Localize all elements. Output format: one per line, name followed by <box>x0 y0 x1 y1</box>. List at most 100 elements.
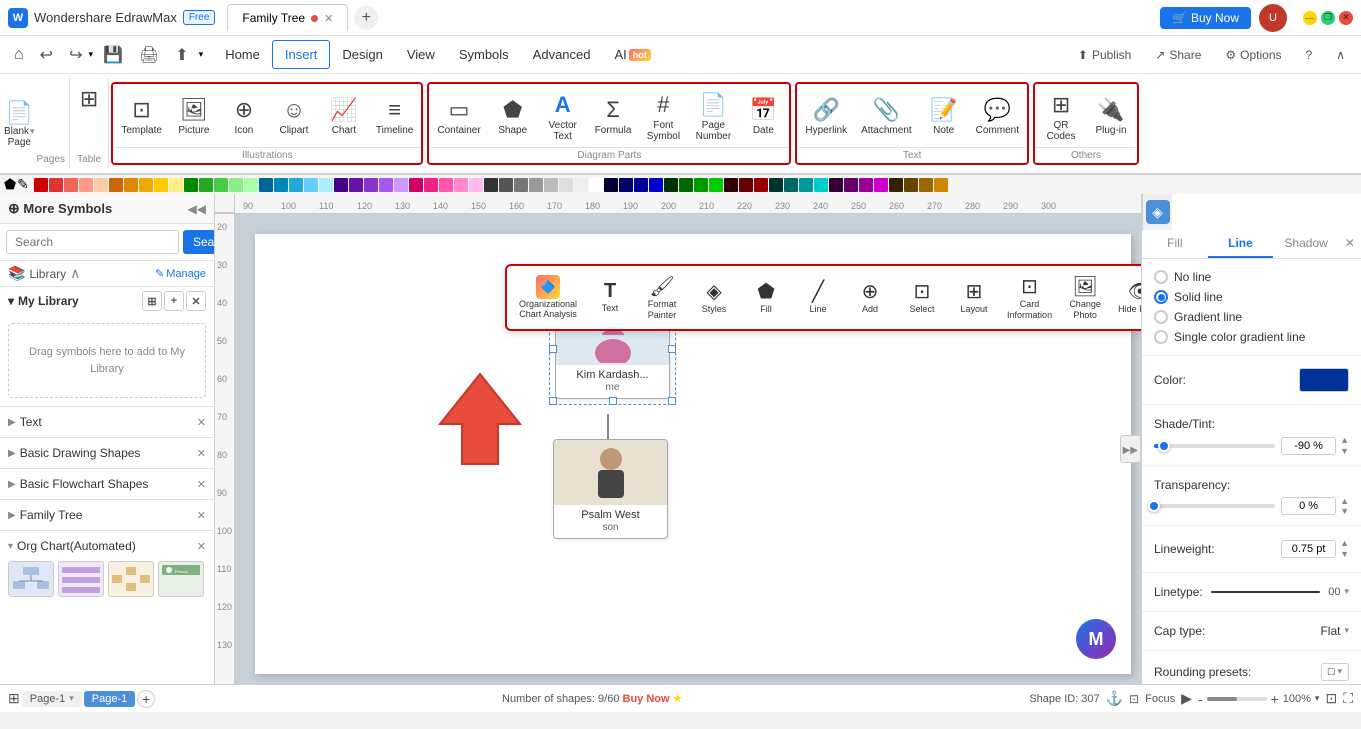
my-library-table-view[interactable]: ⊞ <box>142 291 162 311</box>
attachment-button[interactable]: 📎 Attachment <box>855 86 918 147</box>
pen-icon[interactable]: ✎ <box>17 176 29 193</box>
basic-drawing-section-close[interactable]: ✕ <box>197 447 206 460</box>
maximize-button[interactable]: ❐ <box>1321 11 1335 25</box>
template-preview-4[interactable]: Person <box>158 561 204 597</box>
canvas-area[interactable]: 9010011012013014015016017018019020021022… <box>215 194 1141 684</box>
color-cell[interactable] <box>829 178 843 192</box>
change-photo-button[interactable]: 🖼 ChangePhoto <box>1060 270 1110 325</box>
color-cell[interactable] <box>694 178 708 192</box>
org-chart-analysis-button[interactable]: 🔷 OrganizationalChart Analysis <box>513 271 583 325</box>
color-cell[interactable] <box>709 178 723 192</box>
color-cell[interactable] <box>274 178 288 192</box>
lineweight-down[interactable]: ▼ <box>1340 549 1349 560</box>
linetype-select[interactable]: 00 ▾ <box>1211 586 1349 598</box>
line-button[interactable]: ╱ Line <box>793 275 843 319</box>
text-tool-button[interactable]: T Text <box>585 276 635 318</box>
qr-codes-button[interactable]: ⊞ QRCodes <box>1037 88 1085 146</box>
rounding-presets-dropdown[interactable]: ▾ <box>1337 666 1342 677</box>
text-section-close[interactable]: ✕ <box>197 416 206 429</box>
color-cell[interactable] <box>724 178 738 192</box>
fit-page-icon[interactable]: ⊡ <box>1325 690 1337 707</box>
frame-icon[interactable]: ⊡ <box>1129 692 1139 706</box>
color-cell[interactable] <box>244 178 258 192</box>
tab-close-icon[interactable]: ✕ <box>324 12 333 25</box>
color-cell[interactable] <box>439 178 453 192</box>
color-cell[interactable] <box>514 178 528 192</box>
basic-flowchart-section-close[interactable]: ✕ <box>197 478 206 491</box>
zoom-dropdown[interactable]: ▾ <box>1315 693 1320 704</box>
color-cell[interactable] <box>739 178 753 192</box>
solid-line-radio[interactable] <box>1154 290 1168 304</box>
color-cell[interactable] <box>799 178 813 192</box>
my-library-close[interactable]: ✕ <box>186 291 206 311</box>
color-cell[interactable] <box>919 178 933 192</box>
tab-line[interactable]: Line <box>1208 230 1274 258</box>
template-preview-3[interactable] <box>108 561 154 597</box>
color-cell[interactable] <box>49 178 63 192</box>
color-cell[interactable] <box>139 178 153 192</box>
color-cell[interactable] <box>334 178 348 192</box>
node-psalm-card[interactable]: Psalm West son <box>553 439 668 539</box>
gradient-line-radio[interactable] <box>1154 310 1168 324</box>
transparency-up[interactable]: ▲ <box>1340 496 1349 507</box>
color-cell[interactable] <box>499 178 513 192</box>
color-cell[interactable] <box>79 178 93 192</box>
color-cell[interactable] <box>289 178 303 192</box>
color-cell[interactable] <box>889 178 903 192</box>
color-cell[interactable] <box>169 178 183 192</box>
add-page-button[interactable]: + <box>137 690 155 708</box>
color-cell[interactable] <box>124 178 138 192</box>
no-line-radio[interactable] <box>1154 270 1168 284</box>
styles-button[interactable]: ◈ Styles <box>689 275 739 319</box>
blank-page-dropdown[interactable]: ▾ <box>30 126 35 137</box>
color-cell[interactable] <box>904 178 918 192</box>
shape-button[interactable]: ⬟ Shape <box>489 86 537 147</box>
library-expand-icon[interactable]: ∧ <box>70 265 80 282</box>
transparency-input[interactable] <box>1281 497 1336 515</box>
container-button[interactable]: ▭ Container <box>431 86 486 147</box>
color-cell[interactable] <box>664 178 678 192</box>
transparency-slider-thumb[interactable] <box>1148 500 1160 512</box>
no-line-option[interactable]: No line <box>1154 267 1349 287</box>
rounding-presets-button[interactable]: □ ▾ <box>1321 663 1349 681</box>
picture-button[interactable]: 🖼 Picture <box>170 86 218 147</box>
color-cell[interactable] <box>154 178 168 192</box>
canvas-content[interactable]: 🌿 M <box>235 214 1141 684</box>
org-chart-section-close[interactable]: ✕ <box>197 540 206 553</box>
single-color-radio[interactable] <box>1154 330 1168 344</box>
color-cell[interactable] <box>844 178 858 192</box>
color-cell[interactable] <box>34 178 48 192</box>
options-button[interactable]: ⚙ Options <box>1217 44 1289 66</box>
lineweight-up[interactable]: ▲ <box>1340 538 1349 549</box>
color-cell[interactable] <box>934 178 948 192</box>
color-cell[interactable] <box>544 178 558 192</box>
color-cell[interactable] <box>769 178 783 192</box>
color-cell[interactable] <box>784 178 798 192</box>
cap-type-control[interactable]: Flat ▾ <box>1320 624 1349 638</box>
zoom-slider[interactable] <box>1207 697 1267 701</box>
color-cell[interactable] <box>754 178 768 192</box>
my-library-add[interactable]: + <box>164 291 184 311</box>
transparency-down[interactable]: ▼ <box>1340 506 1349 517</box>
shade-up[interactable]: ▲ <box>1340 435 1349 446</box>
panel-close-button[interactable]: ✕ <box>1339 230 1361 258</box>
color-cell[interactable] <box>874 178 888 192</box>
color-cell[interactable] <box>634 178 648 192</box>
color-cell[interactable] <box>199 178 213 192</box>
menu-design[interactable]: Design <box>330 41 394 68</box>
single-color-gradient-option[interactable]: Single color gradient line <box>1154 327 1349 347</box>
play-icon[interactable]: ▶ <box>1181 690 1192 707</box>
icon-button[interactable]: ⊕ Icon <box>220 86 268 147</box>
basic-drawing-section-header[interactable]: ▶ Basic Drawing Shapes ✕ <box>8 442 206 464</box>
format-painter-button[interactable]: 🖌 FormatPainter <box>637 270 687 325</box>
fill-button[interactable]: ⬟ Fill <box>741 275 791 319</box>
template-preview-2[interactable] <box>58 561 104 597</box>
note-button[interactable]: 📝 Note <box>920 86 968 147</box>
color-cell[interactable] <box>424 178 438 192</box>
family-tree-section-header[interactable]: ▶ Family Tree ✕ <box>8 504 206 526</box>
search-button[interactable]: Search <box>183 230 215 254</box>
home-nav-icon[interactable]: ⌂ <box>8 42 30 68</box>
template-preview-1[interactable] <box>8 561 54 597</box>
blank-page-button[interactable]: 📄 Blank ▾ Page <box>4 78 35 169</box>
shade-slider-track[interactable] <box>1154 444 1275 448</box>
